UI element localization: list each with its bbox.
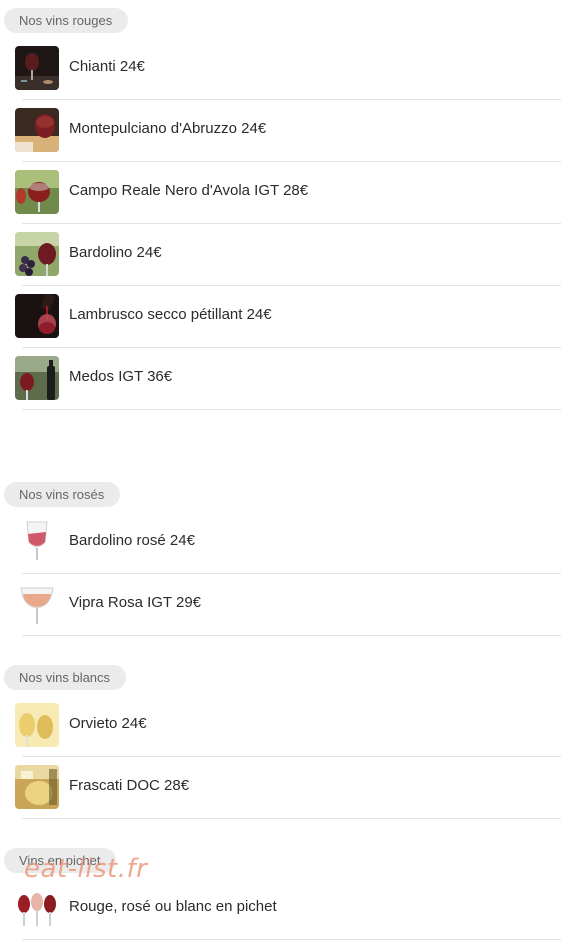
menu-item-chianti[interactable]: Chianti 24€ [0, 38, 561, 100]
divider [22, 939, 561, 940]
section-title-red-wines: Nos vins rouges [4, 8, 129, 33]
menu-item-label: Lambrusco secco pétillant 24€ [69, 306, 272, 323]
red-wine-glass-photo-icon [15, 108, 59, 152]
menu-item-label: Chianti 24€ [69, 58, 145, 75]
divider [22, 818, 561, 819]
white-wine-pour-photo-icon [15, 765, 59, 809]
menu-item-label: Bardolino 24€ [69, 244, 162, 261]
red-wine-bottle-glass-photo-icon [15, 356, 59, 400]
menu-item-orvieto[interactable]: Orvieto 24€ [0, 695, 561, 757]
menu-item-bardolino-rose[interactable]: Bardolino rosé 24€ [0, 512, 561, 574]
menu-item-frascati[interactable]: Frascati DOC 28€ [0, 757, 561, 819]
divider [22, 635, 561, 636]
menu-item-label: Medos IGT 36€ [69, 368, 173, 385]
menu-item-campo-reale[interactable]: Campo Reale Nero d'Avola IGT 28€ [0, 162, 561, 224]
menu-item-montepulciano[interactable]: Montepulciano d'Abruzzo 24€ [0, 100, 561, 162]
menu-item-label: Bardolino rosé 24€ [69, 532, 195, 549]
menu-item-label: Frascati DOC 28€ [69, 777, 190, 794]
section-title-rose-wines: Nos vins rosés [4, 482, 121, 507]
menu-item-pichet[interactable]: Rouge, rosé ou blanc en pichet [0, 878, 561, 940]
section-title-white-wines: Nos vins blancs [4, 665, 127, 690]
divider [22, 409, 561, 410]
three-wine-glasses-photo-icon [15, 886, 59, 930]
menu-item-label: Rouge, rosé ou blanc en pichet [69, 898, 277, 915]
pouring-red-wine-photo-icon [15, 294, 59, 338]
red-wine-glasses-photo-icon [15, 170, 59, 214]
section-title-carafe-wines: Vins en pichet [4, 848, 117, 873]
grapes-and-wine-photo-icon [15, 232, 59, 276]
red-wine-glass-dark-photo-icon [15, 46, 59, 90]
menu-item-label: Vipra Rosa IGT 29€ [69, 594, 202, 611]
menu-item-label: Montepulciano d'Abruzzo 24€ [69, 120, 267, 137]
menu-item-label: Campo Reale Nero d'Avola IGT 28€ [69, 182, 309, 199]
menu-item-lambrusco[interactable]: Lambrusco secco pétillant 24€ [0, 286, 561, 348]
rose-wine-glass-light-icon [15, 582, 59, 626]
rose-wine-glass-icon [15, 520, 59, 564]
menu-item-bardolino[interactable]: Bardolino 24€ [0, 224, 561, 286]
menu-item-label: Orvieto 24€ [69, 715, 147, 732]
menu-item-medos[interactable]: Medos IGT 36€ [0, 348, 561, 410]
menu-item-vipra-rosa[interactable]: Vipra Rosa IGT 29€ [0, 574, 561, 636]
white-wine-glasses-photo-icon [15, 703, 59, 747]
